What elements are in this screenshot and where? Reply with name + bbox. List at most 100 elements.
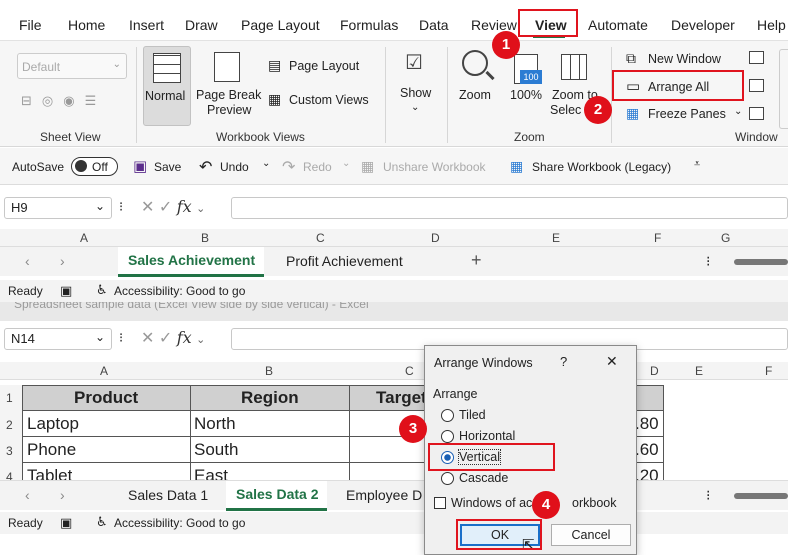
more-icon[interactable]: ⁝ [706, 253, 710, 270]
col-header[interactable]: C [316, 231, 325, 245]
zoom-button[interactable]: Zoom [454, 46, 502, 126]
add-sheet-icon[interactable]: + [471, 250, 482, 271]
custom-views-button[interactable]: ▦ Custom Views [268, 91, 378, 111]
new-window-button[interactable]: ⧉ New Window [626, 50, 736, 70]
chevron-down-icon[interactable]: ⌄ [262, 158, 270, 169]
page-break-preview-button[interactable]: Page Break Preview [195, 46, 261, 126]
name-box-1[interactable]: H9 ⌄ [4, 197, 112, 219]
checkbox-label[interactable]: Windows of ac [451, 496, 532, 510]
autosave-toggle[interactable]: Off [71, 157, 118, 176]
col-header[interactable]: A [80, 231, 88, 245]
col-header[interactable]: B [201, 231, 209, 245]
accessibility-status[interactable]: Accessibility: Good to go [114, 516, 245, 530]
header-product[interactable]: Product [74, 388, 138, 408]
tab-file[interactable]: File [19, 17, 42, 33]
normal-view-button[interactable]: Normal [143, 46, 191, 126]
tab-formulas[interactable]: Formulas [340, 17, 398, 33]
col-header[interactable]: D [431, 231, 440, 245]
tab-help[interactable]: Help [757, 17, 786, 33]
hide-icon[interactable] [749, 79, 764, 92]
active-workbook-checkbox[interactable] [434, 497, 446, 509]
tab-developer[interactable]: Developer [671, 17, 735, 33]
option-tiled[interactable]: Tiled [459, 408, 486, 422]
help-icon[interactable]: ? [560, 354, 567, 369]
unshare-workbook-button[interactable]: Unshare Workbook [383, 160, 486, 174]
exit-icon[interactable]: ◎ [42, 93, 63, 108]
accessibility-icon[interactable]: ♿ [96, 282, 108, 298]
tab-data[interactable]: Data [419, 17, 449, 33]
col-header[interactable]: C [405, 364, 414, 378]
horizontal-scrollbar-1[interactable] [734, 259, 788, 265]
tab-automate[interactable]: Automate [588, 17, 648, 33]
tab-home[interactable]: Home [68, 17, 105, 33]
tab-draw[interactable]: Draw [185, 17, 218, 33]
undo-button[interactable]: Undo [220, 160, 249, 174]
page-layout-button[interactable]: ▤ Page Layout [268, 57, 368, 77]
redo-button[interactable]: Redo [303, 160, 332, 174]
option-horizontal[interactable]: Horizontal [459, 429, 515, 443]
options-icon[interactable]: ☰ [85, 93, 107, 108]
fx-buttons[interactable]: ✕ ✓ fx ⌄ [141, 197, 205, 217]
radio-horizontal[interactable] [441, 430, 454, 443]
col-header[interactable]: F [654, 231, 661, 245]
radio-tiled[interactable] [441, 409, 454, 422]
sheet-tab-employee[interactable]: Employee D [346, 487, 422, 503]
sheet-view-dropdown[interactable]: Default ⌄ [17, 53, 127, 79]
col-header[interactable]: E [695, 364, 703, 378]
accessibility-status[interactable]: Accessibility: Good to go [114, 284, 245, 298]
cell-region[interactable]: North [194, 414, 236, 434]
col-header[interactable]: F [765, 364, 772, 378]
close-icon[interactable]: ✕ [606, 353, 618, 370]
col-header[interactable]: A [100, 364, 108, 378]
cell-value[interactable]: .80 [635, 414, 659, 434]
cell-region[interactable]: South [194, 440, 238, 460]
name-box-2[interactable]: N14 ⌄ [4, 328, 112, 350]
scroll-right-icon[interactable]: › [60, 253, 65, 269]
cancel-button[interactable]: Cancel [551, 524, 631, 546]
scroll-left-icon[interactable]: ‹ [25, 253, 30, 269]
unhide-icon[interactable] [749, 107, 764, 120]
sheet-tab-profit-achievement[interactable]: Profit Achievement [286, 253, 403, 269]
new-view-icon[interactable]: ◉ [63, 93, 84, 108]
zoom-100-button[interactable]: 100 100% [506, 46, 546, 126]
horizontal-scrollbar-2[interactable] [734, 493, 788, 499]
cell-product[interactable]: Phone [27, 440, 76, 460]
header-region[interactable]: Region [241, 388, 299, 408]
split-icon[interactable] [749, 51, 764, 64]
row-header[interactable]: 1 [6, 391, 13, 405]
fx-buttons[interactable]: ✕ ✓ fx ⌄ [141, 328, 205, 348]
keep-icon[interactable]: ⊟ [21, 93, 42, 108]
freeze-panes-button[interactable]: ▦ Freeze Panes ⌄ [626, 105, 742, 125]
col-header[interactable]: B [265, 364, 273, 378]
col-header[interactable]: D [650, 364, 659, 378]
undo-icon[interactable]: ↶ [199, 157, 212, 177]
macro-icon[interactable]: ▣ [60, 283, 72, 299]
macro-icon[interactable]: ▣ [60, 515, 72, 531]
redo-icon[interactable]: ↷ [282, 157, 295, 177]
sheet-tab-sales-data-1[interactable]: Sales Data 1 [128, 487, 208, 503]
radio-cascade[interactable] [441, 472, 454, 485]
option-cascade[interactable]: Cascade [459, 471, 508, 485]
sheet-tab-active-1[interactable]: Sales Achievement [118, 247, 264, 277]
tab-page-layout[interactable]: Page Layout [241, 17, 320, 33]
formula-input-1[interactable] [231, 197, 788, 219]
tab-insert[interactable]: Insert [129, 17, 164, 33]
chevron-down-icon[interactable]: ⌄ [342, 158, 350, 169]
share-icon[interactable]: ▦ [510, 158, 523, 175]
sheet-tab-active-2[interactable]: Sales Data 2 [226, 481, 327, 511]
more-icon[interactable]: ⁝ [706, 487, 710, 504]
customize-qat-icon[interactable]: ⩡ [694, 158, 700, 171]
cell-product[interactable]: Laptop [27, 414, 79, 434]
save-icon[interactable]: ▣ [133, 157, 147, 175]
cell-value[interactable]: .60 [635, 440, 659, 460]
col-header[interactable]: E [552, 231, 560, 245]
scroll-right-icon[interactable]: › [60, 487, 65, 503]
save-button[interactable]: Save [154, 160, 181, 174]
header-target[interactable]: Target [376, 388, 427, 408]
unshare-icon[interactable]: ▦ [361, 158, 374, 175]
accessibility-icon[interactable]: ♿ [96, 514, 108, 530]
scroll-left-icon[interactable]: ‹ [25, 487, 30, 503]
show-button[interactable]: ☑ Show ⌄ [393, 46, 439, 126]
row-header[interactable]: 3 [6, 444, 13, 458]
row-header[interactable]: 2 [6, 418, 13, 432]
